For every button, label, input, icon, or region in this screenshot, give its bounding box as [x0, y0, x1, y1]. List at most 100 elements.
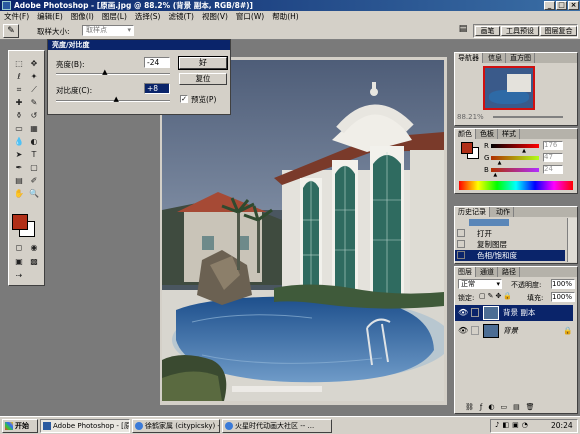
color-fg-swatch[interactable] [461, 142, 473, 154]
channel-b-slider[interactable] [491, 168, 539, 172]
reset-button[interactable]: 复位 [179, 73, 227, 85]
blend-mode-select[interactable]: 正常 ▾ [458, 279, 502, 289]
taskbar-item-photoshop[interactable]: Adobe Photoshop - [原画... [40, 419, 130, 433]
eye-icon[interactable]: 👁 [458, 323, 468, 339]
navigator-zoom[interactable]: 88.21% [457, 113, 484, 121]
channel-b-thumb[interactable]: ▲ [493, 172, 497, 178]
eyedropper-icon[interactable]: ✐ [28, 176, 40, 186]
tab-tool-presets[interactable]: 工具预设 [501, 26, 539, 36]
tab-paths[interactable]: 路径 [499, 267, 520, 277]
standard-mode-icon[interactable]: ◻ [13, 243, 25, 253]
preview-checkbox[interactable]: ✓ [180, 95, 188, 103]
channel-r-slider[interactable] [491, 144, 539, 148]
opacity-input[interactable]: 100% [551, 279, 575, 289]
foreground-color-swatch[interactable] [12, 214, 28, 230]
history-brush-source-box[interactable] [457, 251, 465, 259]
tab-color[interactable]: 颜色 [455, 129, 476, 139]
maximize-button[interactable]: □ [556, 1, 567, 10]
layer-row-selected[interactable]: 👁 背景 副本 [455, 305, 573, 321]
quick-mask-icon[interactable]: ◉ [28, 243, 40, 253]
layer-name[interactable]: 背景 [503, 323, 518, 339]
menu-select[interactable]: 选择(S) [131, 11, 165, 22]
brush-link-icon[interactable] [471, 308, 479, 317]
history-brush-source-box[interactable] [457, 240, 465, 248]
menu-image[interactable]: 图像(I) [67, 11, 98, 22]
brush-link-icon[interactable] [471, 326, 479, 335]
move-tool-icon[interactable]: ✥ [28, 59, 40, 69]
history-snapshot-thumb[interactable] [469, 219, 509, 226]
history-brush-source-box[interactable] [457, 229, 465, 237]
menu-edit[interactable]: 编辑(E) [33, 11, 67, 22]
healing-brush-tool-icon[interactable]: ✚ [13, 98, 25, 108]
file-browser-icon[interactable]: ▤ [455, 24, 471, 38]
fill-input[interactable]: 100% [551, 292, 575, 302]
layer-name[interactable]: 背景 副本 [503, 305, 535, 321]
navigator-zoom-slider[interactable] [493, 116, 563, 118]
dodge-tool-icon[interactable]: ◐ [28, 137, 40, 147]
channel-g-thumb[interactable]: ▲ [498, 160, 502, 166]
menu-layer[interactable]: 图层(L) [98, 11, 131, 22]
tab-styles[interactable]: 样式 [499, 129, 520, 139]
tab-actions[interactable]: 动作 [493, 207, 514, 217]
menu-file[interactable]: 文件(F) [0, 11, 33, 22]
lasso-tool-icon[interactable]: ℓ [13, 72, 25, 82]
brush-tool-icon[interactable]: ✎ [28, 98, 40, 108]
taskbar-item-browser-2[interactable]: 火星时代动画大社区 -- ... [222, 419, 332, 433]
contrast-input[interactable]: +8 [144, 83, 170, 94]
tab-layer-comps[interactable]: 图层复合 [540, 26, 577, 36]
ok-button[interactable]: 好 [178, 56, 228, 70]
history-brush-tool-icon[interactable]: ↺ [28, 111, 40, 121]
tab-history[interactable]: 历史记录 [455, 207, 490, 217]
full-screen-icon[interactable]: ▩ [28, 257, 40, 267]
channel-r-thumb[interactable]: ▲ [522, 148, 526, 154]
history-item[interactable]: 打开 [455, 228, 565, 239]
close-button[interactable]: × [568, 1, 579, 10]
tab-navigator[interactable]: 导航器 [455, 53, 483, 63]
tab-brushes[interactable]: 画笔 [475, 26, 500, 36]
channel-b-input[interactable]: 24 [543, 165, 563, 174]
tab-channels[interactable]: 通道 [477, 267, 498, 277]
channel-g-input[interactable]: 47 [543, 153, 563, 162]
hand-tool-icon[interactable]: ✋ [13, 189, 25, 199]
taskbar-item-browser-1[interactable]: 徐鹤家属 (citypicsky) -- ... [132, 419, 220, 433]
layers-footer-icons[interactable]: ⛓ƒ◐▭▤🗑 [455, 403, 577, 413]
brightness-slider-track[interactable] [56, 73, 170, 75]
menu-view[interactable]: 视图(V) [198, 11, 232, 22]
shape-tool-icon[interactable]: ▢ [28, 163, 40, 173]
notes-tool-icon[interactable]: ▤ [13, 176, 25, 186]
path-selection-tool-icon[interactable]: ➤ [13, 150, 25, 160]
brightness-slider-thumb[interactable]: ▲ [102, 69, 107, 76]
minimize-button[interactable]: _ [544, 1, 555, 10]
crop-tool-icon[interactable]: ⌗ [13, 85, 25, 95]
eye-icon[interactable]: 👁 [458, 305, 468, 321]
gradient-tool-icon[interactable]: ▦ [28, 124, 40, 134]
contrast-slider-thumb[interactable]: ▲ [114, 96, 119, 103]
history-item-selected[interactable]: 色相/饱和度 [455, 250, 565, 261]
tray-icons[interactable]: ♪◧▣◔ [495, 421, 531, 429]
menu-filter[interactable]: 滤镜(T) [165, 11, 198, 22]
slice-tool-icon[interactable]: ⟋ [28, 85, 40, 95]
color-spectrum-bar[interactable] [459, 181, 573, 190]
menu-window[interactable]: 窗口(W) [232, 11, 268, 22]
type-tool-icon[interactable]: T [28, 150, 40, 160]
navigator-thumbnail[interactable] [483, 66, 535, 110]
brightness-input[interactable]: -24 [144, 57, 170, 68]
layer-row[interactable]: 👁 背景 🔒 [455, 323, 573, 339]
tab-layers[interactable]: 图层 [455, 267, 476, 277]
eyedropper-tool-icon[interactable]: ✎ [3, 24, 19, 38]
menu-help[interactable]: 帮助(H) [268, 11, 303, 22]
sample-size-select[interactable]: 取样点 ▾ [82, 25, 134, 36]
history-scrollbar[interactable] [567, 218, 577, 262]
history-item[interactable]: 复制图层 [455, 239, 565, 250]
tab-swatches[interactable]: 色板 [477, 129, 498, 139]
zoom-tool-icon[interactable]: 🔍 [28, 189, 40, 199]
blur-tool-icon[interactable]: 💧 [13, 137, 25, 147]
channel-r-input[interactable]: 176 [543, 141, 563, 150]
eraser-tool-icon[interactable]: ▭ [13, 124, 25, 134]
marquee-tool-icon[interactable]: ⬚ [13, 59, 25, 69]
tab-info[interactable]: 信息 [485, 53, 506, 63]
start-button[interactable]: 开始 [2, 419, 38, 433]
imageready-icon[interactable]: ⇢ [13, 271, 25, 281]
lock-icons[interactable]: ▢✎✥🔒 [479, 292, 514, 300]
clone-stamp-tool-icon[interactable]: ⚱ [13, 111, 25, 121]
